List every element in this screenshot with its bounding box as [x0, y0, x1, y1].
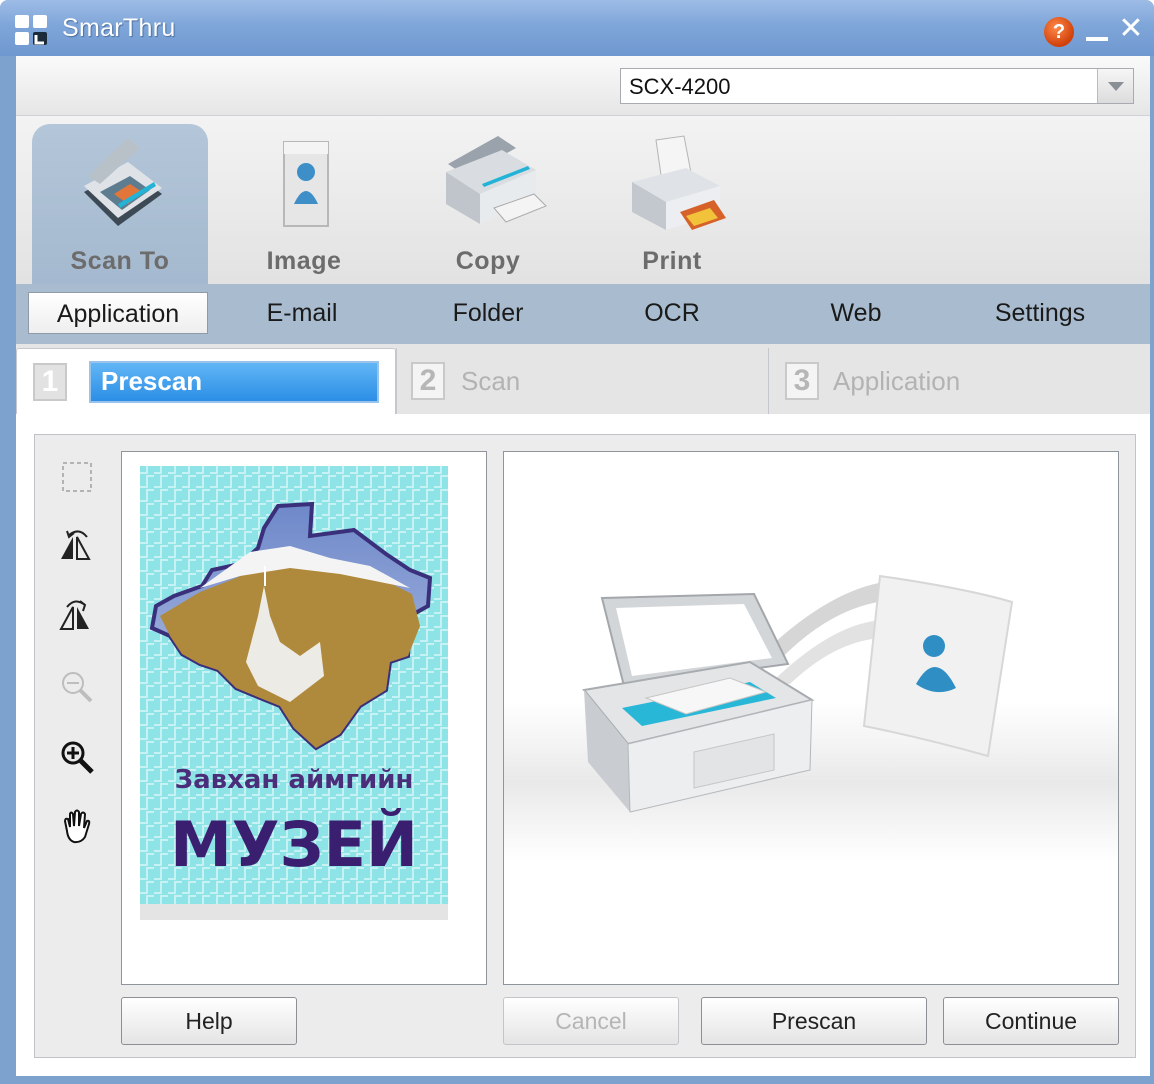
top-toolbar: SCX-4200 [16, 56, 1150, 116]
scan-destination-tabs: Application E-mail Folder OCR Web Settin… [16, 284, 1150, 344]
tab-scan-to[interactable]: Scan To [32, 124, 208, 284]
smarthru-app-icon [15, 15, 47, 45]
device-model-select[interactable]: SCX-4200 [620, 68, 1134, 104]
step-label: Prescan [89, 361, 379, 403]
prescan-preview-area[interactable]: Завхан аймгийн МУЗЕЙ [121, 451, 487, 985]
hand-pan-icon[interactable] [55, 805, 99, 849]
rotate-left-icon[interactable] [55, 525, 99, 569]
prescan-panel: Завхан аймгийн МУЗЕЙ Help Cancel Prescan… [34, 434, 1136, 1058]
subtab-settings[interactable]: Settings [960, 292, 1120, 334]
rotate-right-icon[interactable] [55, 595, 99, 639]
subtab-email[interactable]: E-mail [222, 292, 382, 334]
step-number: 3 [785, 362, 819, 400]
help-icon[interactable]: ? [1044, 17, 1074, 47]
step-label: Application [833, 366, 961, 396]
poster-caption-line1: Завхан аймгийн [175, 765, 414, 795]
step-scan[interactable]: 2 Scan [396, 348, 768, 414]
zoom-in-icon[interactable] [55, 735, 99, 779]
scanned-page-image: Завхан аймгийн МУЗЕЙ [140, 466, 448, 920]
scan-illustration [503, 451, 1119, 985]
scanner-to-document-illustration [504, 574, 1118, 862]
subtab-web[interactable]: Web [776, 292, 936, 334]
zoom-out-icon[interactable] [55, 665, 99, 709]
tab-scan-to-label: Scan To [70, 247, 170, 275]
prescan-content: Завхан аймгийн МУЗЕЙ Help Cancel Prescan… [16, 414, 1150, 1076]
title-bar[interactable]: SmarThru ? ✕ [0, 0, 1154, 56]
window-title: SmarThru [62, 14, 176, 42]
tab-image-label: Image [266, 247, 342, 275]
subtab-ocr[interactable]: OCR [592, 292, 752, 334]
chevron-down-icon[interactable] [1097, 69, 1133, 103]
subtab-application[interactable]: Application [28, 292, 208, 334]
image-document-icon [283, 141, 329, 227]
printer-icon [632, 135, 726, 230]
continue-button[interactable]: Continue [943, 997, 1119, 1045]
copier-icon [446, 136, 547, 224]
tab-print[interactable]: Print [584, 124, 760, 284]
cancel-button[interactable]: Cancel [503, 997, 679, 1045]
poster-caption-line2: МУЗЕЙ [170, 808, 418, 881]
tab-image[interactable]: Image [216, 124, 392, 284]
main-function-tabs: Scan To Image Copy Print [16, 116, 1150, 284]
close-icon[interactable]: ✕ [1116, 14, 1146, 44]
smarthru-window: SmarThru ? ✕ SCX-4200 Scan To Image Copy… [0, 0, 1154, 1084]
client-area: SCX-4200 Scan To Image Copy Print Applic… [16, 56, 1150, 1076]
subtab-folder[interactable]: Folder [408, 292, 568, 334]
tab-copy[interactable]: Copy [400, 124, 576, 284]
device-model-value: SCX-4200 [629, 74, 731, 99]
scanner-icon [84, 138, 162, 226]
step-number: 1 [33, 363, 67, 401]
tab-print-label: Print [642, 247, 702, 275]
help-button[interactable]: Help [121, 997, 297, 1045]
step-application[interactable]: 3 Application [768, 348, 1150, 414]
select-area-icon[interactable] [55, 455, 99, 499]
step-prescan[interactable]: 1 Prescan [16, 348, 396, 414]
minimize-icon[interactable] [1086, 37, 1108, 41]
tab-copy-label: Copy [455, 247, 521, 275]
prescan-button[interactable]: Prescan [701, 997, 927, 1045]
step-number: 2 [411, 362, 445, 400]
step-label: Scan [461, 366, 521, 396]
wizard-step-bar: 1 Prescan 2 Scan 3 Application [16, 344, 1150, 414]
